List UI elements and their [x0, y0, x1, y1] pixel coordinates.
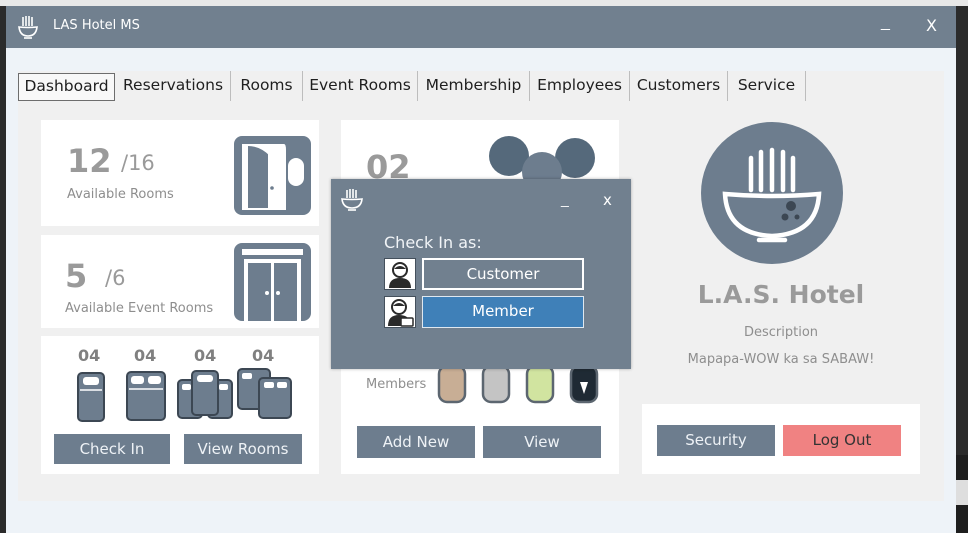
- app-logo-icon: [18, 16, 38, 39]
- dialog-title: Check In as:: [384, 233, 482, 252]
- hotel-name: L.A.S. Hotel: [697, 280, 865, 309]
- room-types-card: 04 04 04 04 Check In View Rooms: [41, 336, 319, 474]
- view-rooms-button[interactable]: View Rooms: [184, 434, 302, 464]
- tab-reservations[interactable]: Reservations: [116, 71, 231, 102]
- triple-room-count: 04: [194, 346, 217, 365]
- available-event-rooms-count: 5: [65, 257, 88, 295]
- dialog-minimize-button[interactable]: _: [561, 191, 571, 209]
- add-new-member-button[interactable]: Add New: [357, 426, 475, 458]
- check-in-dialog: _ x Check In as: Customer Member: [331, 179, 631, 369]
- family-bed-icon: [237, 368, 292, 419]
- check-in-button[interactable]: Check In: [54, 434, 170, 464]
- single-bed-icon: [77, 372, 105, 422]
- member-button[interactable]: Member: [422, 296, 584, 328]
- available-rooms-count: 12: [67, 142, 112, 180]
- dialog-close-button[interactable]: x: [603, 191, 615, 209]
- double-door-icon: [234, 243, 311, 321]
- available-event-rooms-label: Available Event Rooms: [65, 301, 214, 316]
- security-button[interactable]: Security: [657, 425, 775, 456]
- tab-event-rooms[interactable]: Event Rooms: [303, 71, 418, 102]
- hotel-logo-icon: [701, 122, 843, 264]
- tab-bar: Dashboard Reservations Rooms Event Rooms…: [18, 71, 944, 103]
- door-icon: [234, 136, 311, 215]
- background-area-light: [956, 480, 968, 505]
- window-title: LAS Hotel MS: [53, 18, 140, 33]
- logout-button[interactable]: Log Out: [783, 425, 901, 456]
- description-label: Description: [743, 325, 819, 340]
- total-event-rooms-count: /6: [105, 266, 126, 290]
- double-bed-icon: [126, 371, 166, 421]
- title-bar[interactable]: LAS Hotel MS _ X: [6, 6, 956, 48]
- available-event-rooms-card: 5 /6 Available Event Rooms: [41, 235, 319, 328]
- close-button[interactable]: X: [926, 16, 940, 38]
- tab-dashboard[interactable]: Dashboard: [18, 73, 115, 101]
- member-person-icon: [384, 296, 416, 328]
- customer-person-icon: [384, 258, 416, 290]
- available-rooms-label: Available Rooms: [67, 187, 174, 202]
- tab-service[interactable]: Service: [728, 71, 806, 102]
- available-rooms-card: 12 /16 Available Rooms: [41, 120, 319, 226]
- tab-customers[interactable]: Customers: [630, 71, 728, 102]
- single-room-count: 04: [78, 346, 101, 365]
- members-label: Members: [366, 377, 427, 392]
- family-room-count: 04: [252, 346, 275, 365]
- account-actions-card: Security Log Out: [642, 404, 920, 474]
- tab-employees[interactable]: Employees: [530, 71, 630, 102]
- customer-button[interactable]: Customer: [422, 258, 584, 290]
- triple-bed-icon: [177, 370, 233, 419]
- total-rooms-count: /16: [121, 151, 155, 175]
- hotel-description: Mapapa-WOW ka sa SABAW!: [687, 352, 875, 367]
- tab-rooms[interactable]: Rooms: [231, 71, 303, 102]
- minimize-button[interactable]: _: [881, 14, 895, 36]
- tab-membership[interactable]: Membership: [418, 71, 530, 102]
- double-room-count: 04: [134, 346, 157, 365]
- dialog-logo-icon: [341, 189, 363, 211]
- member-tier-icons: [437, 364, 599, 404]
- view-members-button[interactable]: View: [483, 426, 601, 458]
